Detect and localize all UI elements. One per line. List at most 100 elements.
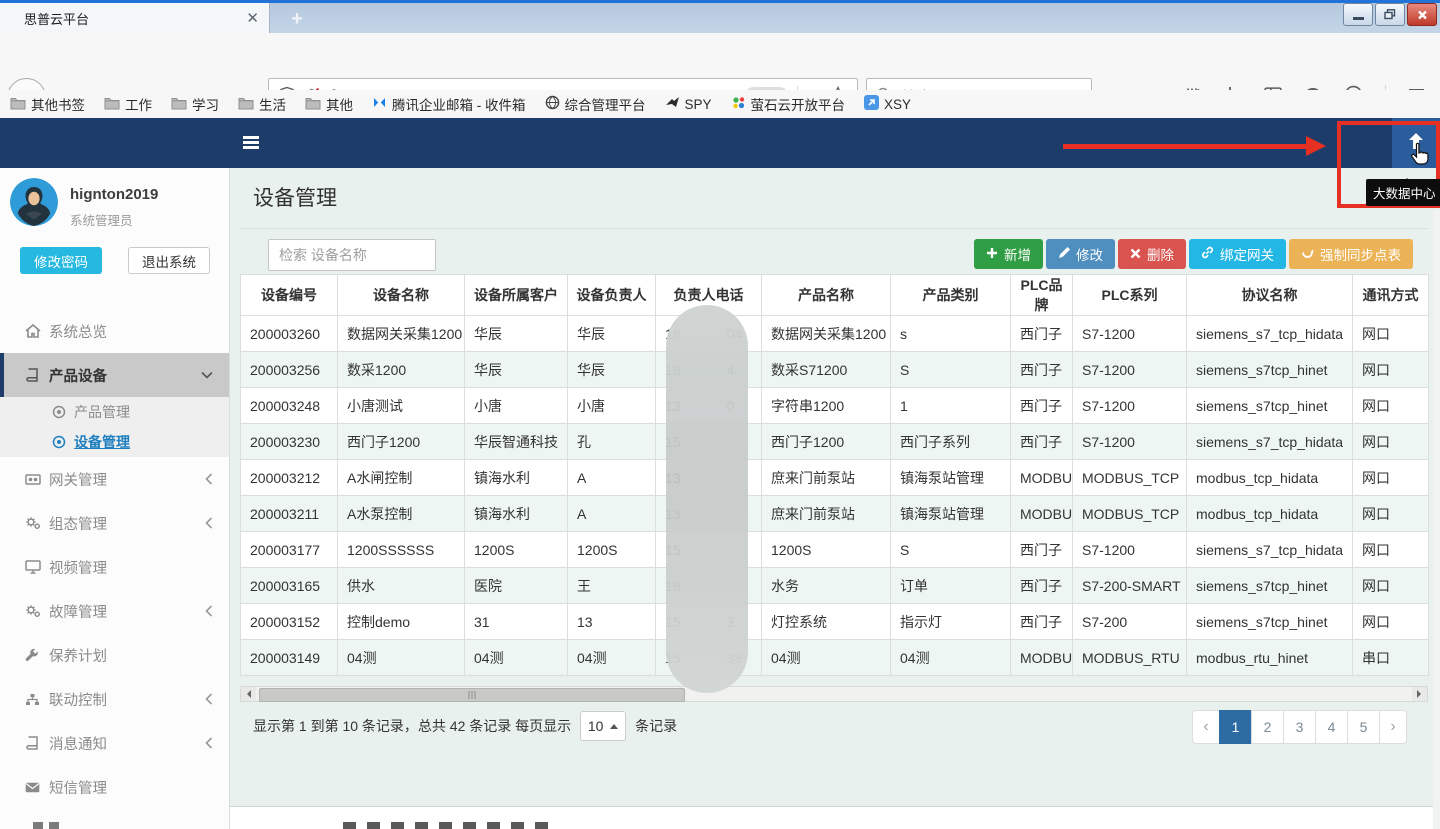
- cell-name: 控制demo: [338, 604, 465, 640]
- record-info-prefix: 显示第 1 到第 10 条记录，总共 42 条记录 每页显示: [253, 716, 571, 736]
- action-button-绑定网关[interactable]: 绑定网关: [1189, 239, 1286, 269]
- sidebar-item-组态管理[interactable]: 组态管理: [0, 501, 229, 545]
- device-search-input[interactable]: [268, 239, 436, 271]
- cell-customer: 华辰: [465, 316, 568, 352]
- bookmark-label: 其他: [326, 94, 353, 114]
- pagination-page-5[interactable]: 5: [1347, 710, 1380, 744]
- logout-button[interactable]: 退出系统: [128, 247, 210, 274]
- bookmark-item[interactable]: 学习: [171, 94, 219, 114]
- bookmark-label: 腾讯企业邮箱 - 收件箱: [392, 94, 526, 114]
- table-row[interactable]: 200003212A水闸控制镇海水利A13庶来门前泵站镇海泵站管理MODBUSM…: [241, 460, 1429, 496]
- user-role: 系统管理员: [70, 210, 133, 229]
- cell-protocol: modbus_tcp_hidata: [1187, 460, 1353, 496]
- table-row[interactable]: 200003211A水泵控制镇海水利A13庶来门前泵站镇海泵站管理MODBUSM…: [241, 496, 1429, 532]
- bookmark-item[interactable]: 其他: [305, 94, 353, 114]
- bookmark-item[interactable]: 萤石云开放平台: [731, 94, 846, 114]
- new-tab-button[interactable]: +: [284, 8, 310, 31]
- bookmark-item[interactable]: SPY: [665, 96, 712, 112]
- cell-category: S: [891, 352, 1011, 388]
- table-row[interactable]: 200003260数据网关采集1200华辰华辰1804数据网关采集1200s西门…: [241, 316, 1429, 352]
- bookmark-label: 萤石云开放平台: [751, 94, 846, 114]
- restore-button[interactable]: [1375, 3, 1405, 26]
- action-button-label: 修改: [1076, 244, 1103, 264]
- pagination-page-1[interactable]: 1: [1219, 710, 1252, 744]
- bookmark-item[interactable]: 生活: [238, 94, 286, 114]
- table-row[interactable]: 200003230西门子1200华辰智通科技孔15西门子1200西门子系列西门子…: [241, 424, 1429, 460]
- sidebar-subitem-产品管理[interactable]: 产品管理: [0, 397, 229, 427]
- scroll-left-icon[interactable]: [241, 687, 256, 701]
- bookmark-item[interactable]: 工作: [104, 94, 152, 114]
- bookmark-item[interactable]: 其他书签: [10, 94, 85, 114]
- minimize-button[interactable]: [1343, 3, 1373, 26]
- scroll-right-icon[interactable]: [1412, 687, 1427, 701]
- table-row[interactable]: 200003152控制demo3113153灯控系统指示灯西门子S7-200si…: [241, 604, 1429, 640]
- sidebar-collapse-icon[interactable]: [243, 136, 259, 149]
- sidebar-menu: 系统总览产品设备产品管理设备管理网关管理组态管理视频管理故障管理保养计划联动控制…: [0, 305, 229, 809]
- sidebar-item-消息通知[interactable]: 消息通知: [0, 721, 229, 765]
- cell-name: A水泵控制: [338, 496, 465, 532]
- gears-icon: [25, 516, 49, 530]
- cell-plc_brand: 西门子: [1011, 352, 1073, 388]
- avatar[interactable]: [10, 178, 58, 226]
- menu-item-label: 组态管理: [49, 513, 107, 534]
- chevron-left-icon: [205, 517, 213, 529]
- table-row[interactable]: 20000314904测04测04测153804测04测MODBUSMODBUS…: [241, 640, 1429, 676]
- bookmark-item[interactable]: 腾讯企业邮箱 - 收件箱: [372, 94, 526, 114]
- cell-plc_series: S7-200-SMART: [1073, 568, 1187, 604]
- sidebar-item-短信管理[interactable]: 短信管理: [0, 765, 229, 809]
- cell-comm: 网口: [1353, 316, 1429, 352]
- cell-category: 1: [891, 388, 1011, 424]
- sidebar-item-网关管理[interactable]: 网关管理: [0, 457, 229, 501]
- table-row[interactable]: 200003248小唐测试小唐小唐130字符串12001西门子S7-1200si…: [241, 388, 1429, 424]
- vertical-scroll-area[interactable]: [1433, 210, 1440, 829]
- menu-item-label: 产品设备: [49, 365, 107, 386]
- chevron-left-icon: [205, 693, 213, 705]
- cell-plc_brand: MODBUS: [1011, 460, 1073, 496]
- sidebar-subitem-设备管理[interactable]: 设备管理: [0, 427, 229, 457]
- action-button-强制同步点表[interactable]: 强制同步点表: [1289, 239, 1413, 269]
- pagination-page-2[interactable]: 2: [1251, 710, 1284, 744]
- sidebar-item-系统总览[interactable]: 系统总览: [0, 309, 229, 353]
- link-icon: [1201, 246, 1214, 262]
- bookmark-item[interactable]: 综合管理平台: [545, 94, 646, 114]
- table-row[interactable]: 2000031771200SSSSSS1200S1200S151200SS西门子…: [241, 532, 1429, 568]
- cell-plc_series: S7-1200: [1073, 532, 1187, 568]
- target-icon: [52, 405, 74, 419]
- page-size-dropdown[interactable]: 10: [580, 711, 626, 741]
- table-row[interactable]: 200003165供水医院王18水务订单西门子S7-200-SMARTsieme…: [241, 568, 1429, 604]
- cell-comm: 网口: [1353, 532, 1429, 568]
- cell-name: 04测: [338, 640, 465, 676]
- table-row[interactable]: 200003256数采1200华辰华辰184数采S71200S西门子S7-120…: [241, 352, 1429, 388]
- cell-product: 04测: [762, 640, 891, 676]
- cell-plc_brand: MODBUS: [1011, 640, 1073, 676]
- browser-tab[interactable]: 思普云平台 ✕: [0, 3, 270, 33]
- menu-item-label: 设备管理: [74, 432, 130, 452]
- pagination-page-3[interactable]: 3: [1283, 710, 1316, 744]
- cell-id: 200003152: [241, 604, 338, 640]
- action-button-删除[interactable]: 删除: [1118, 239, 1186, 269]
- tab-strip: 思普云平台 ✕ +: [0, 3, 1440, 33]
- envelope-icon: [25, 782, 49, 793]
- tab-close-icon[interactable]: ✕: [246, 11, 259, 26]
- horizontal-scrollbar[interactable]: [240, 686, 1428, 702]
- sidebar-item-联动控制[interactable]: 联动控制: [0, 677, 229, 721]
- cell-plc_brand: 西门子: [1011, 388, 1073, 424]
- pagination-page-4[interactable]: 4: [1315, 710, 1348, 744]
- action-button-新增[interactable]: 新增: [974, 239, 1043, 269]
- sidebar-item-产品设备[interactable]: 产品设备: [0, 353, 229, 397]
- close-button[interactable]: [1407, 3, 1437, 26]
- sidebar-item-视频管理[interactable]: 视频管理: [0, 545, 229, 589]
- scrollbar-thumb[interactable]: [259, 688, 685, 702]
- sidebar-item-保养计划[interactable]: 保养计划: [0, 633, 229, 677]
- pagination-next[interactable]: ›: [1379, 710, 1407, 744]
- cell-plc_series: S7-1200: [1073, 352, 1187, 388]
- cell-id: 200003211: [241, 496, 338, 532]
- change-password-button[interactable]: 修改密码: [20, 247, 102, 274]
- cell-comm: 网口: [1353, 388, 1429, 424]
- pagination-prev[interactable]: ‹: [1192, 710, 1220, 744]
- sidebar-item-故障管理[interactable]: 故障管理: [0, 589, 229, 633]
- bookmarks-bar: 其他书签工作学习生活 其他 腾讯企业邮箱 - 收件箱综合管理平台 SPY 萤石云开放平台…: [0, 90, 1440, 118]
- action-button-修改[interactable]: 修改: [1046, 239, 1115, 269]
- menu-item-label: 联动控制: [49, 689, 107, 710]
- bookmark-item[interactable]: XSY: [864, 95, 911, 113]
